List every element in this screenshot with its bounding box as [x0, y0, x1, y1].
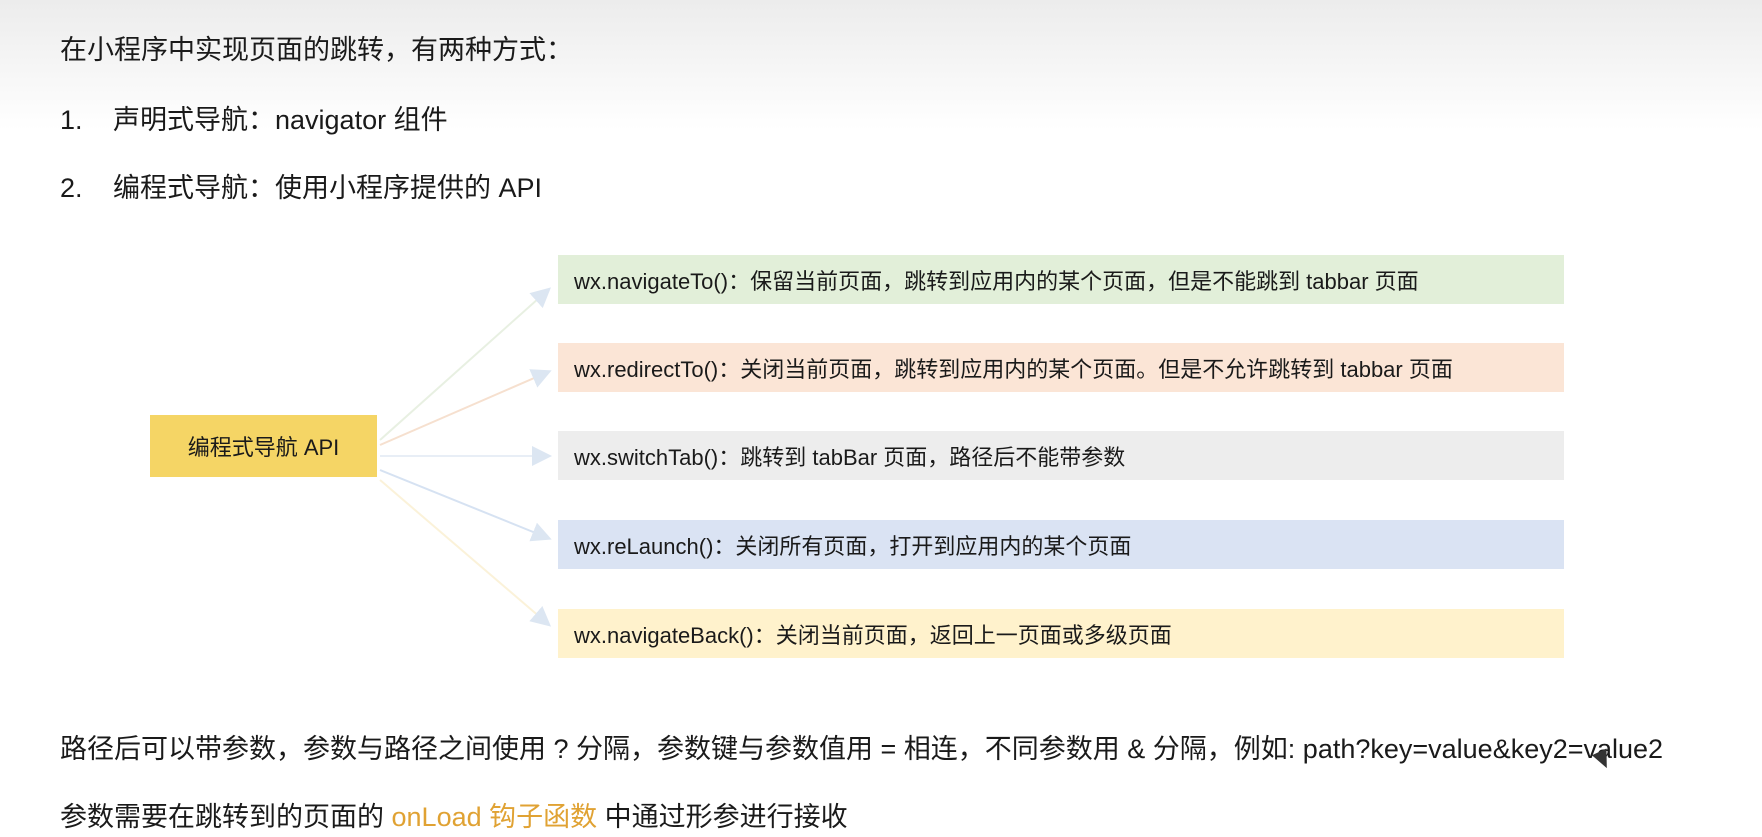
arrow [379, 479, 552, 627]
note-params: 路径后可以带参数，参数与路径之间使用 ? 分隔，参数键与参数值用 = 相连，不同… [60, 734, 1664, 764]
arrow [379, 287, 551, 441]
note-onload-before: 参数需要在跳转到的页面的 [60, 802, 392, 832]
api-node-navigateTo: wx.navigateTo()：保留当前页面，跳转到应用内的某个页面，但是不能跳… [558, 255, 1564, 304]
root-node: 编程式导航 API [150, 415, 377, 477]
api-node-switchTab: wx.switchTab()：跳转到 tabBar 页面，路径后不能带参数 [558, 431, 1564, 480]
note-onload-after: 中通过形参进行接收 [597, 802, 848, 832]
note-onload-highlight: onLoad 钩子函数 [391, 802, 598, 832]
api-node-redirectTo: wx.redirectTo()：关闭当前页面，跳转到应用内的某个页面。但是不允许… [558, 343, 1564, 392]
api-node-navigateBack: wx.navigateBack()：关闭当前页面，返回上一页面或多级页面 [558, 609, 1564, 658]
note-onload: 参数需要在跳转到的页面的 onLoad 钩子函数 中通过形参进行接收 [60, 795, 848, 834]
api-node-reLaunch: wx.reLaunch()：关闭所有页面，打开到应用内的某个页面 [558, 520, 1564, 569]
arrow [379, 369, 552, 446]
arrow [379, 469, 552, 542]
